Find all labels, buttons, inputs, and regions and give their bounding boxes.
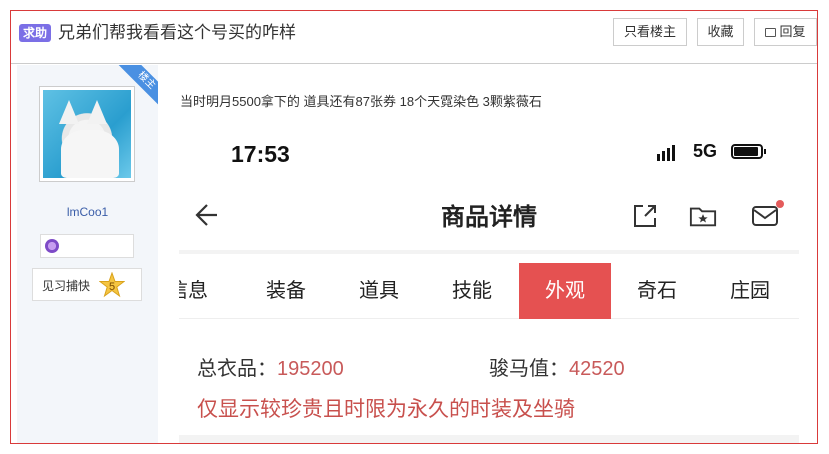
tab-bar: 信息 装备 道具 技能 外观 奇石 庄园 [179, 263, 799, 319]
stat-outfit-value: 195200 [277, 358, 344, 380]
appearance-note: 仅显示较珍贵且时限为永久的时装及坐骑 [197, 398, 575, 421]
level-star-icon: 5 [99, 272, 125, 298]
reply-label: 回复 [779, 24, 806, 39]
thread-title: 兄弟们帮我看看这个号买的咋样 [58, 23, 296, 42]
thread-header: 求助 兄弟们帮我看看这个号买的咋样 只看楼主 收藏 回复 [11, 11, 817, 64]
only-owner-button[interactable]: 只看楼主 [613, 18, 687, 46]
medal-icon [45, 239, 59, 253]
tab-items[interactable]: 道具 [333, 263, 425, 319]
cat-avatar-image [43, 90, 131, 178]
level-label: 见习捕快 [42, 279, 91, 293]
level-number: 5 [109, 281, 115, 293]
post-content: 当时明月5500拿下的 道具还有87张券 18个天霓染色 3颗紫薇石 17:53… [158, 65, 817, 443]
reply-button[interactable]: 回复 [754, 18, 817, 46]
notification-dot [776, 200, 784, 208]
tab-appearance[interactable]: 外观 [519, 263, 611, 319]
tab-stones[interactable]: 奇石 [611, 263, 703, 319]
avatar[interactable] [39, 86, 135, 182]
mail-icon [752, 206, 778, 226]
tab-info[interactable]: 信息 [179, 263, 234, 319]
signal-icon [657, 143, 677, 161]
stat-horse: 骏马值：42520 [489, 352, 625, 381]
level-box: 见习捕快 5 [32, 268, 142, 301]
username[interactable]: lmCoo1 [17, 205, 158, 219]
divider-bottom [179, 435, 799, 443]
tab-skills[interactable]: 技能 [426, 263, 518, 319]
network-label: 5G [693, 141, 718, 161]
status-time: 17:53 [231, 141, 290, 167]
share-icon [634, 205, 656, 227]
author-sidebar: 楼主 lmCoo1 见习捕快 5 [17, 65, 158, 443]
stat-horse-value: 42520 [569, 358, 625, 380]
divider [179, 250, 799, 254]
favorite-button[interactable]: 收藏 [697, 18, 744, 46]
post-text: 当时明月5500拿下的 道具还有87张券 18个天霓染色 3颗紫薇石 [180, 94, 542, 109]
stat-outfit: 总衣品：195200 [197, 352, 344, 381]
tab-equipment[interactable]: 装备 [240, 263, 332, 319]
help-tag: 求助 [19, 24, 52, 42]
stat-outfit-label: 总衣品： [197, 358, 277, 380]
stat-horse-label: 骏马值： [489, 358, 569, 380]
tab-manor[interactable]: 庄园 [704, 263, 796, 319]
battery-icon [731, 144, 766, 159]
medal-box [40, 234, 134, 258]
phone-screenshot: 17:53 5G 商品详情 信息 装备 道具 技能 外观 [179, 125, 799, 443]
folder-star-icon [689, 207, 717, 227]
comment-icon [765, 28, 777, 37]
